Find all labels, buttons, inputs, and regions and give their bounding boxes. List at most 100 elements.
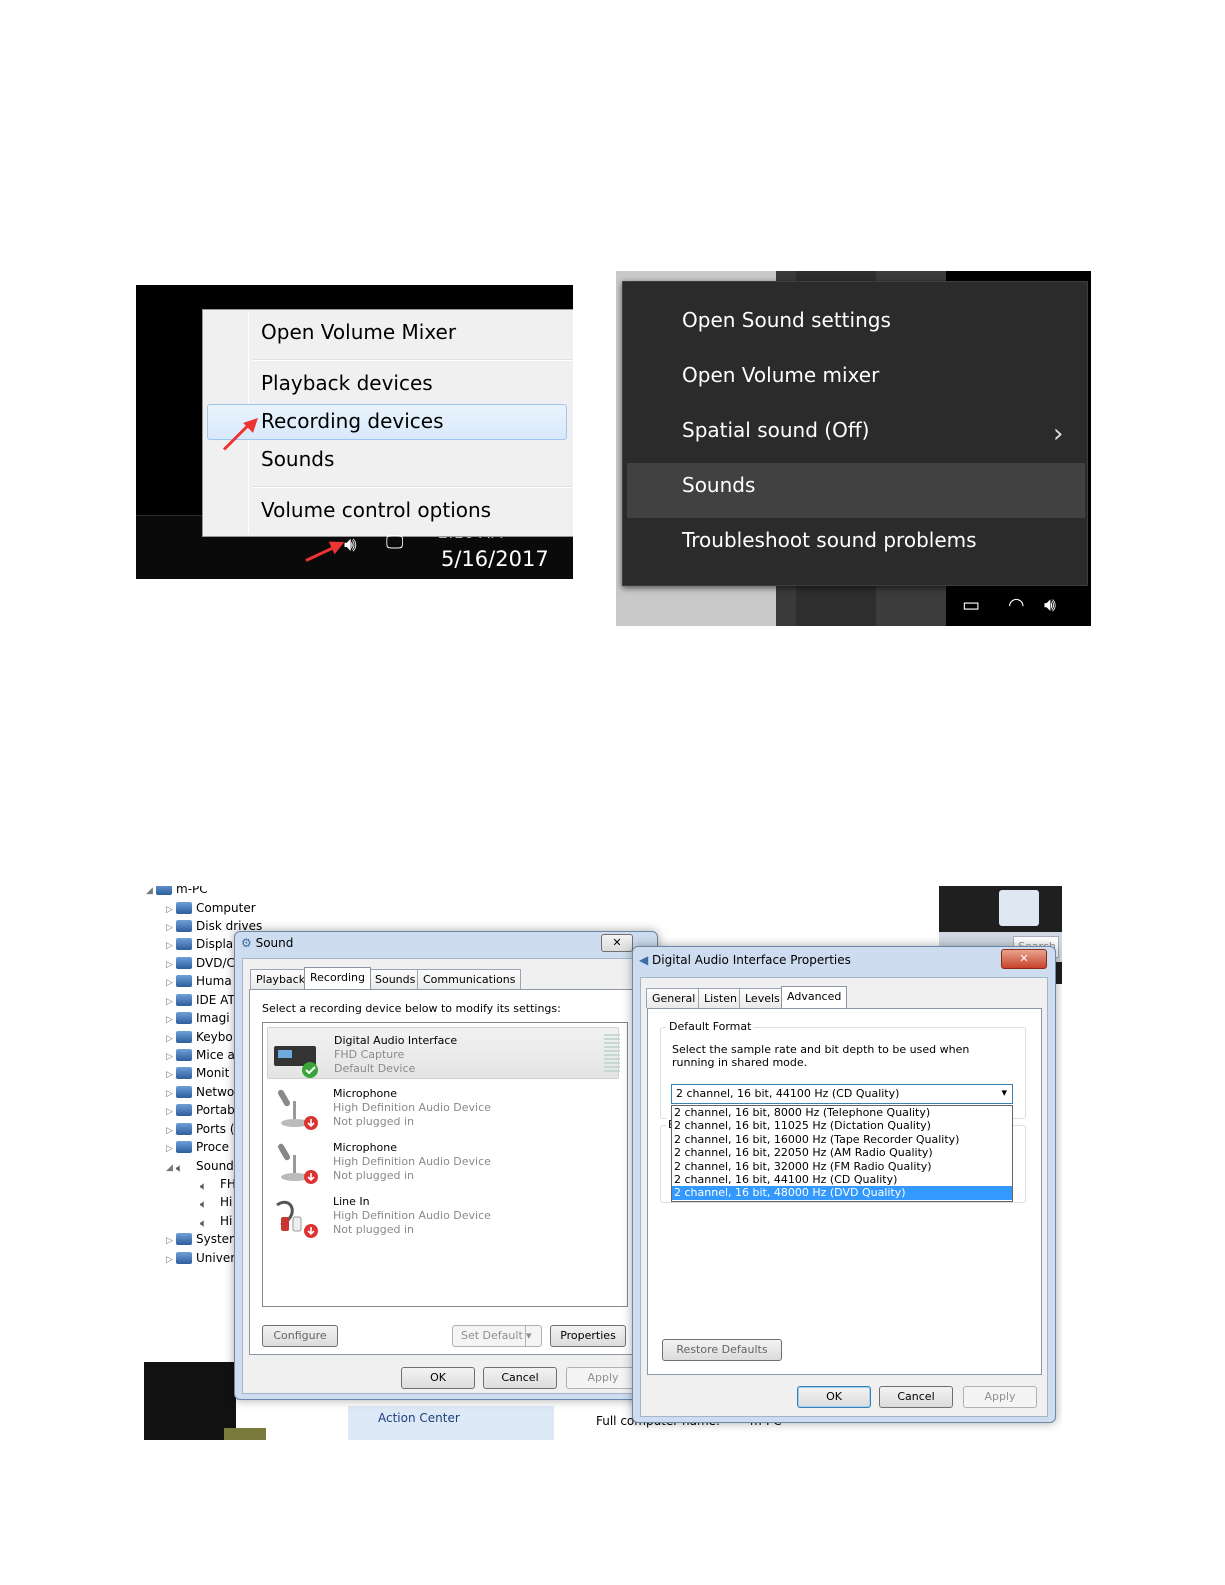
tree-item[interactable]: ▷ Imagi bbox=[166, 1009, 230, 1027]
device-icon bbox=[176, 1141, 192, 1153]
tree-item[interactable]: ▷ Huma bbox=[166, 972, 232, 990]
device-icon bbox=[176, 1049, 192, 1061]
device-icon bbox=[176, 1104, 192, 1116]
speaker-icon: 🔈︎ bbox=[200, 1179, 208, 1193]
tree-item[interactable]: ▷ Displa bbox=[166, 935, 233, 953]
tree-item[interactable]: ▷ Ports ( bbox=[166, 1120, 235, 1138]
menu-item-spatial-sound[interactable]: Spatial sound (Off) bbox=[682, 418, 869, 442]
cancel-button[interactable]: Cancel bbox=[879, 1386, 953, 1408]
properties-dialog: ◀︎ Digital Audio Interface Properties ✕ … bbox=[632, 946, 1056, 1423]
tree-item[interactable]: ▷ System bbox=[166, 1230, 241, 1248]
usb-icon bbox=[176, 1252, 192, 1264]
tree-item[interactable]: ▷ Computer bbox=[166, 899, 256, 917]
menu-item-recording-devices[interactable]: Recording devices bbox=[261, 409, 444, 433]
close-button[interactable]: ✕ bbox=[601, 934, 633, 952]
device-icon bbox=[176, 938, 192, 950]
action-center-link[interactable]: Action Center bbox=[378, 1411, 460, 1425]
battery-icon[interactable]: ▭ bbox=[962, 594, 980, 616]
format-option[interactable]: 2 channel, 16 bit, 16000 Hz (Tape Record… bbox=[672, 1133, 1012, 1146]
device-icon bbox=[176, 1233, 192, 1245]
device-status: Not plugged in bbox=[333, 1169, 415, 1182]
speaker-icon[interactable]: 🔊︎ bbox=[344, 532, 357, 556]
device-icon bbox=[176, 1012, 192, 1024]
device-row-microphone[interactable]: Microphone High Definition Audio Device … bbox=[267, 1081, 619, 1133]
format-option[interactable]: 2 channel, 16 bit, 32000 Hz (FM Radio Qu… bbox=[672, 1160, 1012, 1173]
device-description: FHD Capture bbox=[334, 1048, 405, 1061]
device-icon bbox=[176, 1067, 192, 1079]
menu-item-sounds[interactable]: Sounds bbox=[261, 447, 334, 471]
ok-button[interactable]: OK bbox=[401, 1367, 475, 1389]
format-option[interactable]: 2 channel, 16 bit, 22050 Hz (AM Radio Qu… bbox=[672, 1146, 1012, 1159]
apply-button[interactable]: Apply bbox=[963, 1386, 1037, 1408]
configure-button[interactable]: Configure bbox=[262, 1325, 338, 1347]
tree-item-sound[interactable]: ◢ 🔈︎ Sound bbox=[166, 1157, 234, 1175]
tab-levels[interactable]: Levels bbox=[739, 988, 786, 1008]
device-icon bbox=[176, 1086, 192, 1098]
chevron-right-icon: › bbox=[1053, 419, 1064, 449]
format-select[interactable]: 2 channel, 16 bit, 44100 Hz (CD Quality)… bbox=[671, 1084, 1013, 1104]
properties-button[interactable]: Properties bbox=[550, 1325, 626, 1347]
restore-defaults-button[interactable]: Restore Defaults bbox=[662, 1339, 782, 1361]
tree-item[interactable]: ▷ Univer bbox=[166, 1249, 235, 1267]
menu-item-playback-devices[interactable]: Playback devices bbox=[261, 371, 433, 395]
tree-item[interactable]: ▷ Netwo bbox=[166, 1083, 234, 1101]
tree-root[interactable]: ◢ m-PC bbox=[146, 886, 208, 898]
dropdown-arrow-icon: ▾ bbox=[1001, 1086, 1007, 1099]
network-icon[interactable]: 🖵︎ bbox=[386, 532, 403, 553]
speaker-icon: 🔈︎ bbox=[200, 1216, 208, 1230]
clock-date[interactable]: 5/16/2017 bbox=[441, 547, 549, 571]
menu-item-open-volume-mixer[interactable]: Open Volume mixer bbox=[682, 363, 879, 387]
device-icon bbox=[176, 975, 192, 987]
format-option-selected[interactable]: 2 channel, 16 bit, 48000 Hz (DVD Quality… bbox=[672, 1186, 1012, 1200]
device-icon bbox=[176, 994, 192, 1006]
menu-item-open-volume-mixer[interactable]: Open Volume Mixer bbox=[261, 320, 456, 344]
tab-general[interactable]: General bbox=[646, 988, 702, 1008]
tree-item[interactable]: ▷ Keybo bbox=[166, 1028, 233, 1046]
format-option[interactable]: 2 channel, 16 bit, 8000 Hz (Telephone Qu… bbox=[672, 1106, 1012, 1119]
microphone-icon bbox=[278, 1143, 318, 1184]
tree-subitem[interactable]: 🔈︎ Hi bbox=[200, 1212, 232, 1230]
format-option[interactable]: 2 channel, 16 bit, 11025 Hz (Dictation Q… bbox=[672, 1119, 1012, 1132]
format-option[interactable]: 2 channel, 16 bit, 44100 Hz (CD Quality) bbox=[672, 1173, 1012, 1186]
tree-subitem[interactable]: 🔈︎ Hi bbox=[200, 1193, 232, 1211]
device-name: Microphone bbox=[333, 1087, 398, 1100]
ok-button[interactable]: OK bbox=[797, 1386, 871, 1408]
tree-item[interactable]: ▷ Monit bbox=[166, 1064, 229, 1082]
level-meter bbox=[604, 1034, 620, 1074]
tree-item[interactable]: ▷ DVD/C bbox=[166, 954, 235, 972]
wifi-icon[interactable]: ◠ bbox=[1008, 594, 1025, 616]
tree-item[interactable]: ▷ IDE AT bbox=[166, 991, 235, 1009]
tree-item[interactable]: ▷ Proce bbox=[166, 1138, 229, 1156]
tab-communications[interactable]: Communications bbox=[417, 969, 522, 989]
tree-subitem[interactable]: 🔈︎ FH bbox=[200, 1175, 236, 1193]
dialog-body: Playback Recording Sounds Communications… bbox=[242, 958, 650, 1394]
tab-recording[interactable]: Recording bbox=[304, 967, 372, 989]
speaker-icon[interactable]: 🔊︎ bbox=[1044, 594, 1056, 616]
menu-item-volume-control-options[interactable]: Volume control options bbox=[261, 498, 491, 522]
sound-icon: ⚙︎ bbox=[241, 936, 256, 950]
menu-item-open-sound-settings[interactable]: Open Sound settings bbox=[682, 308, 891, 332]
device-description: High Definition Audio Device bbox=[333, 1101, 491, 1114]
device-row-line-in[interactable]: Line In High Definition Audio Device Not… bbox=[267, 1189, 619, 1241]
menu-item-troubleshoot[interactable]: Troubleshoot sound problems bbox=[682, 528, 977, 552]
microphone-icon bbox=[278, 1089, 318, 1130]
device-name: Line In bbox=[333, 1195, 370, 1208]
device-row-digital-audio-interface[interactable]: Digital Audio Interface FHD Capture Defa… bbox=[267, 1027, 620, 1079]
tab-panel: Default Format Select the sample rate an… bbox=[647, 1008, 1042, 1375]
apply-button[interactable]: Apply bbox=[566, 1367, 640, 1389]
tab-playback[interactable]: Playback bbox=[250, 969, 312, 989]
menu-item-sounds[interactable]: Sounds bbox=[682, 473, 755, 497]
cancel-button[interactable]: Cancel bbox=[483, 1367, 557, 1389]
tab-listen[interactable]: Listen bbox=[698, 988, 743, 1008]
close-button[interactable]: ✕ bbox=[1001, 949, 1047, 969]
tree-item[interactable]: ▷ Mice a bbox=[166, 1046, 235, 1064]
menu-separator bbox=[253, 486, 573, 488]
set-default-button[interactable]: Set Default ▾ bbox=[452, 1325, 542, 1347]
device-name: Microphone bbox=[333, 1141, 398, 1154]
tab-advanced[interactable]: Advanced bbox=[781, 986, 848, 1008]
capture-device-icon bbox=[274, 1046, 318, 1078]
device-row-microphone[interactable]: Microphone High Definition Audio Device … bbox=[267, 1135, 619, 1187]
tree-item[interactable]: ▷ Portab bbox=[166, 1101, 235, 1119]
dialog-body: General Listen Levels Advanced Default F… bbox=[640, 977, 1048, 1417]
tab-sounds[interactable]: Sounds bbox=[369, 969, 422, 989]
